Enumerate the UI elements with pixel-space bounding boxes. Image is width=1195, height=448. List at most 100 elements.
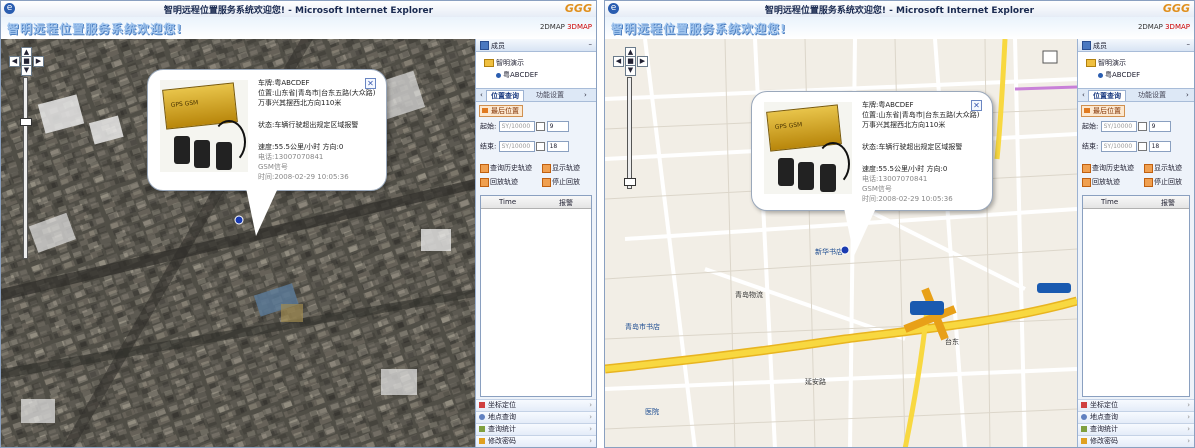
device-photo: GPS GSM <box>764 102 852 194</box>
pan-left-button[interactable]: ◀ <box>613 56 624 67</box>
tree-group-node[interactable]: 智明演示 <box>1086 58 1126 68</box>
stop-replay-button[interactable]: 停止回放 <box>542 177 580 187</box>
remote-fob-image <box>174 136 190 164</box>
window-title: 智明远程位置服务系统欢迎您! - Microsoft Internet Expl… <box>764 6 1035 16</box>
header-banner: 智明远程位置服务系统欢迎您! 2DMAP 3DMAP <box>605 17 1194 40</box>
tab-function-settings[interactable]: 功能设置 <box>1134 90 1170 100</box>
end-date-input[interactable]: SY/10000 <box>498 141 535 152</box>
tab-function-settings[interactable]: 功能设置 <box>532 90 568 100</box>
zoom-slider-knob[interactable] <box>624 178 636 186</box>
menu-change-password[interactable]: 修改密码 › <box>1078 435 1194 447</box>
location-line-1: 位置:山东省|青岛市|台东五路(大众路) <box>258 89 376 97</box>
menu-coordinate-locate[interactable]: 坐标定位 › <box>1078 399 1194 411</box>
zoom-slider-knob[interactable] <box>20 118 32 126</box>
replay-track-button[interactable]: 回放轨迹 <box>480 177 518 187</box>
panel-tabs: ‹ 位置查询 功能设置 › <box>1078 89 1194 102</box>
end-hour-select[interactable]: 18 <box>1148 141 1171 152</box>
map-toolbar-icon[interactable] <box>1042 50 1058 64</box>
plate-text: 车牌:粤ABCDEF <box>862 101 914 109</box>
bottom-menu: 坐标定位 › 地点查询 › 查询统计 › 修改密码 › <box>1078 399 1194 447</box>
brand-logo: GGG <box>564 2 592 15</box>
menu-place-search[interactable]: 地点查询 › <box>1078 411 1194 423</box>
start-hour-select[interactable]: 9 <box>546 121 569 132</box>
signal-text: GSM信号 <box>862 185 892 193</box>
table-header: Time 报警 <box>1083 196 1189 209</box>
tree-group-node[interactable]: 智明演示 <box>484 58 524 68</box>
members-icon <box>1082 41 1091 50</box>
vehicle-icon <box>1098 72 1103 78</box>
map-poi-label: 新华书店 <box>815 247 843 256</box>
cable-image <box>816 142 850 186</box>
menu-change-password[interactable]: 修改密码 › <box>476 435 596 447</box>
pan-right-button[interactable]: ▶ <box>33 56 44 67</box>
table-header: Time 报警 <box>481 196 591 209</box>
map-poi-label: 医院 <box>645 407 659 416</box>
popup-text: 车牌:粤ABCDEF 位置:山东省|青岛市|台东五路(大众路) 万事兴其摆西北方… <box>258 78 376 182</box>
members-icon <box>480 41 489 50</box>
member-tree: 智明演示 粤ABCDEF <box>1078 52 1194 89</box>
end-hour-select[interactable]: 18 <box>546 141 569 152</box>
end-time-row: 结束: SY/10000 18 <box>1082 141 1171 152</box>
vehicle-icon <box>496 72 501 78</box>
last-position-button[interactable]: 最后位置 <box>1081 105 1125 117</box>
calendar-icon[interactable] <box>1137 122 1147 131</box>
col-time: Time <box>499 198 517 206</box>
pan-right-button[interactable]: ▶ <box>637 56 648 67</box>
start-date-input[interactable]: SY/10000 <box>1100 121 1137 132</box>
map-3d-button[interactable]: 3DMAP <box>567 23 592 31</box>
end-date-input[interactable]: SY/10000 <box>1100 141 1137 152</box>
collapse-button[interactable]: – <box>1187 40 1191 48</box>
location-line-2: 万事兴其摆西北方向110米 <box>258 99 342 107</box>
calendar-icon[interactable] <box>535 122 545 131</box>
zoom-slider[interactable] <box>624 77 636 189</box>
window-title: 智明远程位置服务系统欢迎您! - Microsoft Internet Expl… <box>163 6 434 16</box>
tab-position-query[interactable]: 位置查询 <box>486 90 524 101</box>
show-track-button[interactable]: 显示轨迹 <box>542 163 580 173</box>
menu-query-stats[interactable]: 查询统计 › <box>1078 423 1194 435</box>
vehicle-info-popup: ✕ GPS GSM 车牌:粤ABCDEF 位置:山东省|青岛市|台东五路(大众路… <box>147 69 387 236</box>
map-zoom-control: ▲ ◀ ■ ▶ ▼ <box>611 47 651 189</box>
tab-scroll-right[interactable]: › <box>1182 90 1193 100</box>
control-panel: 成员 – 智明演示 粤ABCDEF ‹ 位置查询 功能设置 › 最后位置 起始:… <box>475 39 596 447</box>
replay-track-button[interactable]: 回放轨迹 <box>1082 177 1120 187</box>
tab-scroll-right[interactable]: › <box>580 90 591 100</box>
pan-left-button[interactable]: ◀ <box>9 56 20 67</box>
menu-query-stats[interactable]: 查询统计 › <box>476 423 596 435</box>
map-poi-label: 青岛市书店 <box>625 322 660 331</box>
last-position-button[interactable]: 最后位置 <box>479 105 523 117</box>
tab-position-query[interactable]: 位置查询 <box>1088 90 1126 101</box>
start-hour-select[interactable]: 9 <box>1148 121 1171 132</box>
start-date-input[interactable]: SY/10000 <box>498 121 535 132</box>
stop-replay-button[interactable]: 停止回放 <box>1144 177 1182 187</box>
pan-down-button[interactable]: ▼ <box>625 65 636 76</box>
map-mode-switch: 2DMAP 3DMAP <box>1138 23 1190 31</box>
welcome-text: 智明远程位置服务系统欢迎您! <box>7 22 183 36</box>
menu-place-search[interactable]: 地点查询 › <box>476 411 596 423</box>
device-photo: GPS GSM <box>160 80 248 172</box>
plate-text: 车牌:粤ABCDEF <box>258 79 310 87</box>
map-3d-button[interactable]: 3DMAP <box>1165 23 1190 31</box>
satellite-map[interactable]: ▲ ◀ ■ ▶ ▼ ✕ GPS GSM 车牌:粤ABCDEF 位置:山东省|青岛… <box>1 39 475 447</box>
tree-vehicle-node[interactable]: 粤ABCDEF <box>496 70 538 80</box>
query-history-button[interactable]: 查询历史轨迹 <box>480 163 532 173</box>
show-track-button[interactable]: 显示轨迹 <box>1144 163 1182 173</box>
location-line-1: 位置:山东省|青岛市|台东五路(大众路) <box>862 111 980 119</box>
map-2d-button[interactable]: 2DMAP <box>540 23 565 31</box>
query-history-button[interactable]: 查询历史轨迹 <box>1082 163 1134 173</box>
pan-down-button[interactable]: ▼ <box>21 65 32 76</box>
speed-text: 速度:55.5公里/小时 方向:0 <box>862 165 948 173</box>
col-time: Time <box>1101 198 1119 206</box>
calendar-icon[interactable] <box>535 142 545 151</box>
street-map[interactable]: 青岛市书店 新华书店 青岛物流 医院 延安路 台东 ▲ ◀ ■ ▶ ▼ ✕ GP… <box>605 39 1077 447</box>
map-zoom-control: ▲ ◀ ■ ▶ ▼ <box>7 47 47 259</box>
map-2d-button[interactable]: 2DMAP <box>1138 23 1163 31</box>
collapse-button[interactable]: – <box>589 40 593 48</box>
header-banner: 智明远程位置服务系统欢迎您! 2DMAP 3DMAP <box>1 17 596 40</box>
brand-logo: GGG <box>1162 2 1190 15</box>
tree-vehicle-node[interactable]: 粤ABCDEF <box>1098 70 1140 80</box>
vehicle-marker-1[interactable] <box>234 215 244 225</box>
calendar-icon[interactable] <box>1137 142 1147 151</box>
zoom-slider[interactable] <box>20 77 32 259</box>
cable-image <box>212 120 246 164</box>
menu-coordinate-locate[interactable]: 坐标定位 › <box>476 399 596 411</box>
